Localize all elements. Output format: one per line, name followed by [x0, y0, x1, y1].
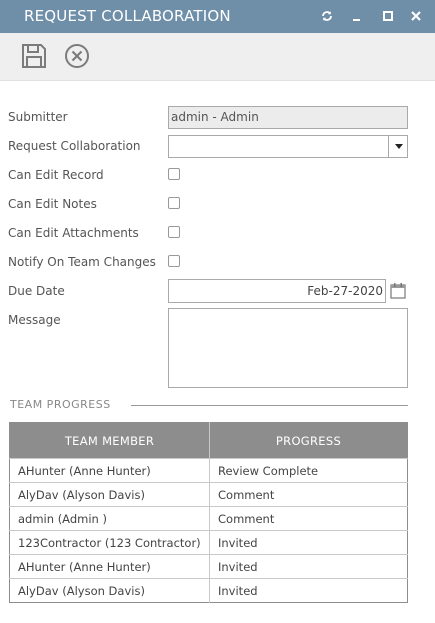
request-collaboration-select[interactable]	[168, 135, 408, 158]
can-edit-attachments-label: Can Edit Attachments	[8, 226, 139, 240]
progress-cell: Invited	[209, 530, 408, 555]
progress-cell: Invited	[209, 578, 408, 603]
window-title: REQUEST COLLABORATION	[24, 7, 231, 25]
can-edit-record-checkbox[interactable]	[168, 168, 180, 180]
team-member-cell: AlyDav (Alyson Davis)	[9, 482, 210, 507]
section-divider	[131, 405, 408, 406]
can-edit-notes-label: Can Edit Notes	[8, 197, 97, 211]
table-row[interactable]: AlyDav (Alyson Davis) Comment	[9, 482, 408, 507]
can-edit-record-label: Can Edit Record	[8, 168, 104, 182]
message-textarea[interactable]	[168, 308, 408, 388]
table-row[interactable]: AlyDav (Alyson Davis) Invited	[9, 578, 408, 603]
team-member-cell: AHunter (Anne Hunter)	[9, 554, 210, 579]
table-header-row: TEAM MEMBER PROGRESS	[9, 422, 408, 459]
calendar-icon[interactable]	[390, 282, 406, 299]
table-row[interactable]: AHunter (Anne Hunter) Invited	[9, 554, 408, 579]
team-progress-section-title: TEAM PROGRESS	[10, 398, 111, 411]
save-button[interactable]	[20, 42, 50, 72]
cancel-button[interactable]	[63, 42, 93, 72]
floppy-disk-icon	[20, 42, 50, 70]
notify-on-team-changes-label: Notify On Team Changes	[8, 255, 156, 269]
due-date-label: Due Date	[8, 284, 65, 298]
close-icon[interactable]	[409, 9, 423, 23]
minimize-icon[interactable]	[350, 9, 364, 23]
submitter-field: admin - Admin	[168, 106, 408, 129]
refresh-icon[interactable]	[320, 9, 334, 23]
table-row[interactable]: 123Contractor (123 Contractor) Invited	[9, 530, 408, 555]
chevron-down-icon[interactable]	[388, 136, 407, 157]
column-header-team-member[interactable]: TEAM MEMBER	[9, 422, 210, 459]
table-row[interactable]: admin (Admin ) Comment	[9, 506, 408, 531]
window-titlebar: REQUEST COLLABORATION	[0, 0, 435, 33]
team-progress-table: TEAM MEMBER PROGRESS AHunter (Anne Hunte…	[9, 422, 408, 603]
team-member-cell: AHunter (Anne Hunter)	[9, 458, 210, 483]
due-date-input[interactable]: Feb-27-2020	[168, 279, 386, 303]
toolbar	[0, 33, 435, 81]
notify-on-team-changes-checkbox[interactable]	[168, 255, 180, 267]
can-edit-notes-checkbox[interactable]	[168, 197, 180, 209]
message-label: Message	[8, 313, 61, 327]
team-member-cell: AlyDav (Alyson Davis)	[9, 578, 210, 603]
progress-cell: Invited	[209, 554, 408, 579]
request-collaboration-label: Request Collaboration	[8, 139, 141, 153]
team-member-cell: 123Contractor (123 Contractor)	[9, 530, 210, 555]
submitter-label: Submitter	[8, 110, 68, 124]
can-edit-attachments-checkbox[interactable]	[168, 226, 180, 238]
progress-cell: Comment	[209, 506, 408, 531]
maximize-icon[interactable]	[381, 9, 395, 23]
team-member-cell: admin (Admin )	[9, 506, 210, 531]
progress-cell: Review Complete	[209, 458, 408, 483]
progress-cell: Comment	[209, 482, 408, 507]
circle-x-icon	[63, 42, 93, 70]
column-header-progress[interactable]: PROGRESS	[209, 422, 408, 459]
table-row[interactable]: AHunter (Anne Hunter) Review Complete	[9, 458, 408, 483]
